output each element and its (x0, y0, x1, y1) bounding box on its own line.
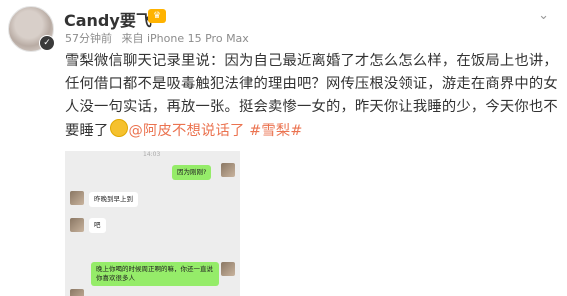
chevron-down-icon[interactable]: ⌄ (538, 8, 549, 23)
chat-bubble: 晚上你喝的时候周正啊的嘛，你还一直说你喜欢很多人 (91, 262, 219, 286)
chat-avatar (221, 262, 235, 276)
weibo-post: ✓ Candy要飞 ♛ 57分钟前 来自 iPhone 15 Pro Max ⌄… (0, 0, 567, 296)
chat-avatar (70, 191, 84, 205)
user-name[interactable]: Candy要飞 (64, 7, 152, 31)
chat-avatar (70, 218, 84, 232)
chat-bubble: 昨晚到早上到 (89, 192, 138, 207)
verified-icon: ✓ (39, 35, 55, 51)
chat-time: 14:03 (143, 151, 161, 158)
chat-bubble: 因为刚刚? (172, 165, 212, 180)
post-source: 来自 iPhone 15 Pro Max (121, 32, 249, 45)
hashtag-link[interactable]: #雪梨# (249, 123, 302, 139)
crown-badge-icon[interactable]: ♛ (148, 9, 166, 23)
chat-screenshot[interactable]: 14:03 因为刚刚? 昨晚到早上到 吧 晚上你喝的时候周正啊的嘛，你还一直说你… (65, 151, 240, 296)
post-body: 雪梨微信聊天记录里说：因为自己最近离婚了才怎么怎么样，在饭局上也讲，任何借口都不… (65, 50, 561, 143)
emoji-icon (109, 119, 128, 137)
post-time: 57分钟前 (65, 32, 112, 45)
chat-bubble: 吧 (89, 218, 106, 233)
mention-link[interactable]: @阿皮不想说话了 (129, 123, 245, 139)
chat-avatar (70, 289, 84, 296)
chat-avatar (221, 163, 235, 177)
post-meta: 57分钟前 来自 iPhone 15 Pro Max (65, 30, 255, 46)
